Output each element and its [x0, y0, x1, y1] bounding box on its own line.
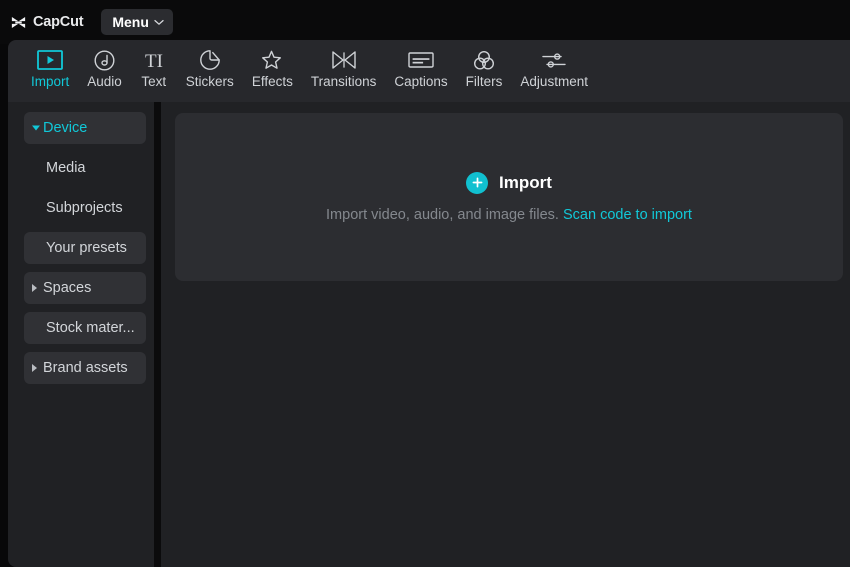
- tab-import[interactable]: Import: [22, 47, 78, 97]
- media-panel: Import Import video, audio, and image fi…: [161, 102, 850, 567]
- import-play-frame-icon: [37, 47, 64, 73]
- tab-audio-label: Audio: [87, 74, 122, 89]
- svg-text:TI: TI: [145, 51, 163, 71]
- sidebar-item-device[interactable]: Device: [24, 112, 146, 144]
- title-bar: CapCut Menu: [0, 0, 850, 44]
- import-dropzone[interactable]: Import Import video, audio, and image fi…: [175, 113, 843, 281]
- sparkle-star-icon: [260, 47, 284, 73]
- music-note-circle-icon: [93, 47, 116, 73]
- sticker-peel-icon: [199, 47, 221, 73]
- sidebar-item-device-label: Device: [43, 119, 88, 136]
- sidebar-item-brand-assets[interactable]: Brand assets: [24, 352, 146, 384]
- import-description-text: Import video, audio, and image files.: [326, 206, 559, 223]
- import-description: Import video, audio, and image files. Sc…: [326, 208, 692, 223]
- caret-right-icon: [32, 284, 37, 292]
- sidebar-item-your-presets[interactable]: Your presets: [24, 232, 146, 264]
- menu-button[interactable]: Menu: [101, 9, 173, 35]
- caret-right-icon: [32, 364, 37, 372]
- sidebar-item-subprojects[interactable]: Subprojects: [24, 192, 146, 224]
- sidebar-item-spaces-label: Spaces: [43, 279, 92, 296]
- tab-stickers-label: Stickers: [185, 74, 234, 89]
- brand-name: CapCut: [33, 13, 84, 30]
- chevron-down-icon: [154, 13, 164, 31]
- sidebar-item-your-presets-label: Your presets: [46, 239, 127, 256]
- tab-filters-label: Filters: [465, 74, 503, 89]
- brand: CapCut: [10, 10, 84, 34]
- main-toolbar: Import Audio TI Text Stickers Effects Tr…: [8, 40, 850, 102]
- capcut-logo-icon: [10, 14, 27, 31]
- tab-stickers[interactable]: Stickers: [177, 47, 243, 97]
- tab-filters[interactable]: Filters: [457, 47, 512, 97]
- sidebar-item-media-label: Media: [46, 159, 86, 176]
- import-title: Import: [499, 173, 552, 193]
- menu-button-label: Menu: [112, 14, 149, 30]
- tab-transitions-label: Transitions: [310, 74, 377, 89]
- tab-text-label: Text: [141, 74, 167, 89]
- tab-import-label: Import: [31, 74, 70, 89]
- import-heading: Import: [466, 171, 552, 194]
- adjustment-sliders-icon: [541, 47, 567, 73]
- tab-effects-label: Effects: [251, 74, 293, 89]
- caret-down-icon: [32, 125, 40, 131]
- plus-icon: [466, 171, 489, 194]
- capcut-window: CapCut Menu Import Audio TI Text Sticker…: [0, 0, 850, 567]
- library-sidebar: Device Media Subprojects Your presets Sp…: [8, 102, 154, 567]
- panel-divider: [153, 102, 161, 567]
- workspace: Device Media Subprojects Your presets Sp…: [8, 102, 850, 567]
- tab-captions-label: Captions: [394, 74, 448, 89]
- tab-audio[interactable]: Audio: [78, 47, 131, 97]
- sidebar-item-brand-assets-label: Brand assets: [43, 359, 128, 376]
- sidebar-item-spaces[interactable]: Spaces: [24, 272, 146, 304]
- sidebar-item-stock-materials[interactable]: Stock mater...: [24, 312, 146, 344]
- transition-bowtie-icon: [331, 47, 357, 73]
- tab-adjustment[interactable]: Adjustment: [511, 47, 597, 97]
- tab-captions[interactable]: Captions: [385, 47, 456, 97]
- sidebar-item-subprojects-label: Subprojects: [46, 199, 123, 216]
- sidebar-item-media[interactable]: Media: [24, 152, 146, 184]
- tab-adjustment-label: Adjustment: [520, 74, 588, 89]
- captions-box-icon: [408, 47, 434, 73]
- tab-effects[interactable]: Effects: [243, 47, 302, 97]
- scan-code-link[interactable]: Scan code to import: [563, 207, 692, 223]
- tab-text[interactable]: TI Text: [131, 47, 177, 97]
- text-ti-icon: TI: [140, 47, 168, 73]
- filters-three-circles-icon: [472, 47, 496, 73]
- sidebar-item-stock-materials-label: Stock mater...: [46, 319, 135, 336]
- tab-transitions[interactable]: Transitions: [302, 47, 386, 97]
